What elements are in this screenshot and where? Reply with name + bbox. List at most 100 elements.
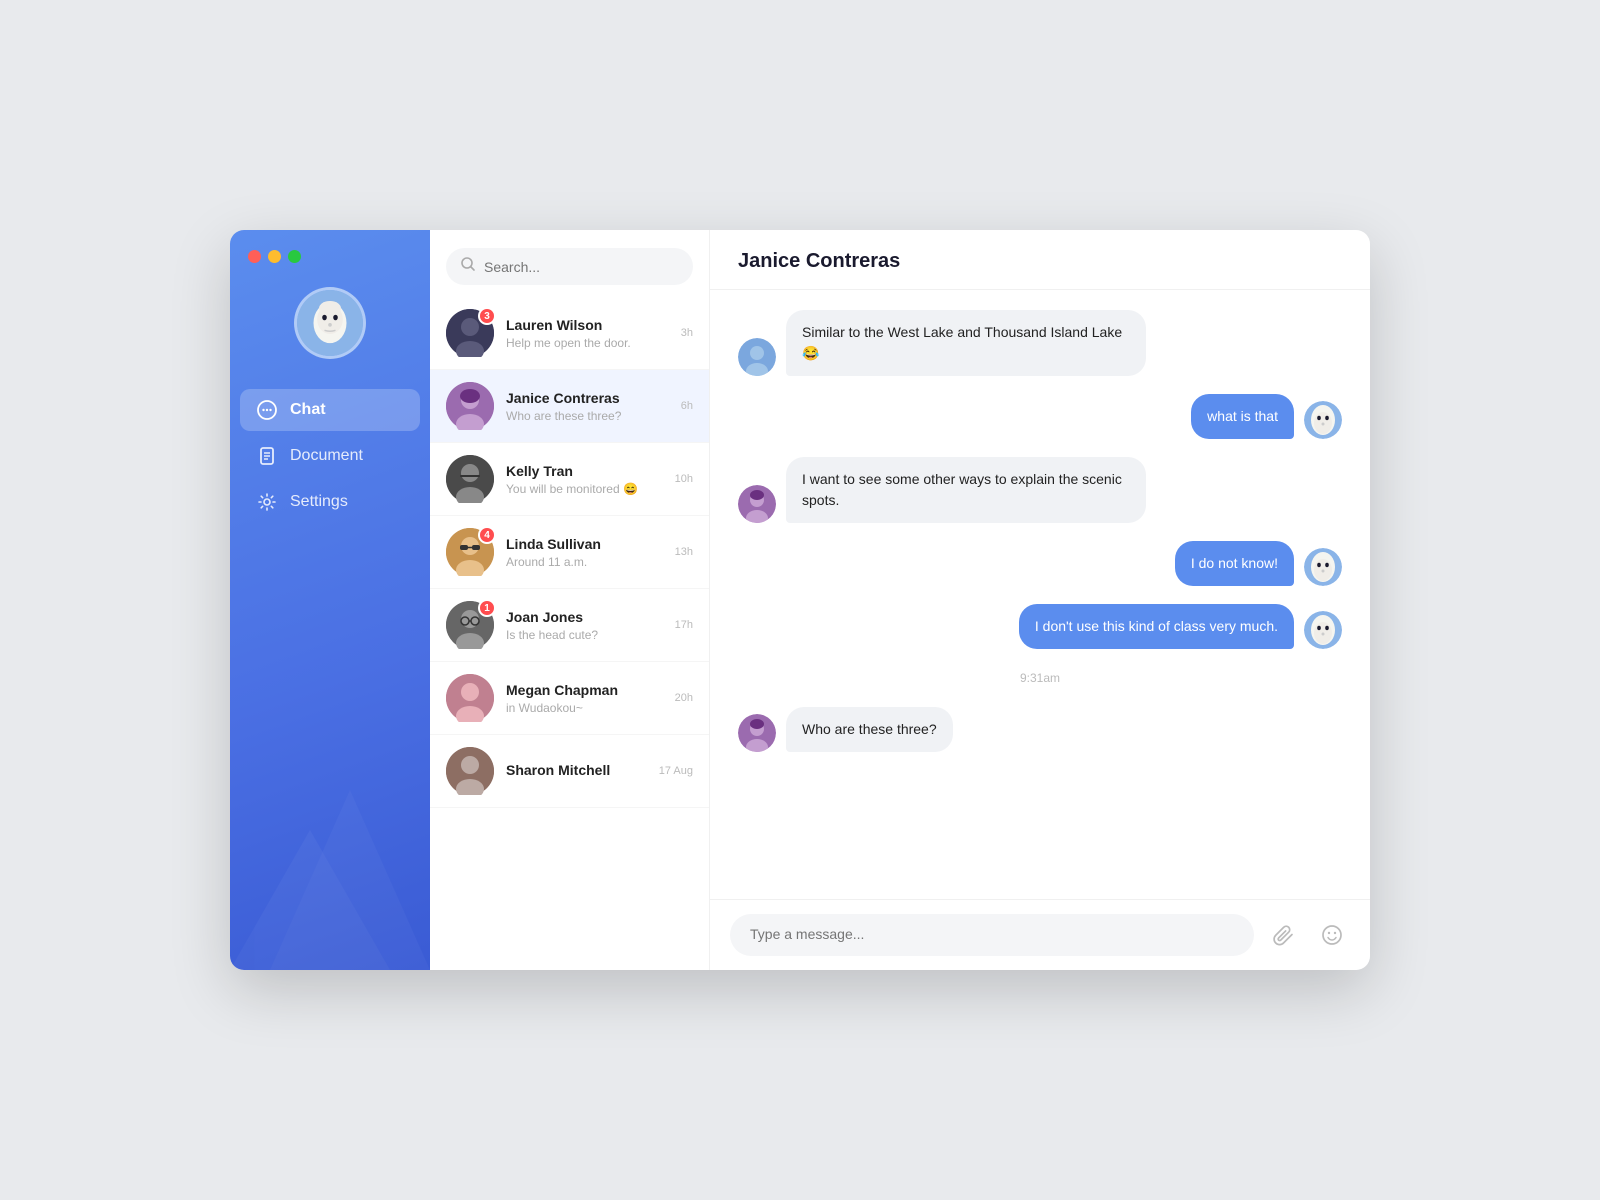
settings-label: Settings xyxy=(290,493,348,511)
contact-info: Megan Chapman in Wudaokou~ xyxy=(506,682,663,715)
avatar xyxy=(446,674,494,722)
message-bubble: Similar to the West Lake and Thousand Is… xyxy=(786,310,1146,376)
message-avatar xyxy=(1304,401,1342,439)
chat-contact-name: Janice Contreras xyxy=(738,250,900,272)
contact-info: Joan Jones Is the head cute? xyxy=(506,609,663,642)
sidebar-nav: Chat Document xyxy=(230,389,430,523)
contact-avatar-wrap xyxy=(446,455,494,503)
message-avatar xyxy=(1304,548,1342,586)
sidebar-item-chat[interactable]: Chat xyxy=(240,389,420,431)
contact-name: Janice Contreras xyxy=(506,390,669,406)
contact-name: Lauren Wilson xyxy=(506,317,669,333)
contact-time: 17h xyxy=(675,619,693,631)
contact-preview: You will be monitored 😄 xyxy=(506,482,663,496)
contact-name: Kelly Tran xyxy=(506,463,663,479)
contact-item[interactable]: Janice Contreras Who are these three? 6h xyxy=(430,370,709,443)
emoji-button[interactable] xyxy=(1314,917,1350,953)
unread-badge: 3 xyxy=(478,307,496,325)
contact-name: Megan Chapman xyxy=(506,682,663,698)
contacts-list: 3 Lauren Wilson Help me open the door. 3… xyxy=(430,297,709,970)
message-bubble: I do not know! xyxy=(1175,541,1294,586)
contact-name: Linda Sullivan xyxy=(506,536,663,552)
contact-preview: Around 11 a.m. xyxy=(506,555,663,569)
unread-badge: 4 xyxy=(478,526,496,544)
message-row: what is that xyxy=(738,394,1342,439)
message-avatar xyxy=(738,338,776,376)
document-label: Document xyxy=(290,447,363,465)
contact-preview: Who are these three? xyxy=(506,409,669,423)
contact-avatar-wrap xyxy=(446,674,494,722)
contact-info: Linda Sullivan Around 11 a.m. xyxy=(506,536,663,569)
message-bubble: Who are these three? xyxy=(786,707,953,752)
chat-icon xyxy=(256,399,278,421)
contact-avatar-wrap: 4 xyxy=(446,528,494,576)
search-input[interactable] xyxy=(484,259,679,275)
contact-item[interactable]: Kelly Tran You will be monitored 😄 10h xyxy=(430,443,709,516)
contact-name: Joan Jones xyxy=(506,609,663,625)
sidebar: Chat Document xyxy=(230,230,430,970)
contact-info: Lauren Wilson Help me open the door. xyxy=(506,317,669,350)
message-row: Who are these three? xyxy=(738,707,1342,752)
settings-icon xyxy=(256,491,278,513)
contact-preview: Help me open the door. xyxy=(506,336,669,350)
avatar xyxy=(446,455,494,503)
chat-label: Chat xyxy=(290,401,326,419)
user-avatar xyxy=(294,287,366,359)
contact-avatar-wrap: 1 xyxy=(446,601,494,649)
message-timestamp: 9:31am xyxy=(738,671,1342,685)
chat-input-wrap[interactable] xyxy=(730,914,1254,956)
contact-item[interactable]: Megan Chapman in Wudaokou~ 20h xyxy=(430,662,709,735)
minimize-button[interactable] xyxy=(268,250,281,263)
contact-item[interactable]: 1 Joan Jones Is the head cute? 17h xyxy=(430,589,709,662)
contact-item[interactable]: Sharon Mitchell 17 Aug xyxy=(430,735,709,808)
contact-avatar-wrap xyxy=(446,382,494,430)
search-bar xyxy=(430,230,709,297)
contact-info: Sharon Mitchell xyxy=(506,762,647,781)
message-avatar xyxy=(738,485,776,523)
search-icon xyxy=(460,256,476,277)
avatar xyxy=(446,382,494,430)
contact-info: Janice Contreras Who are these three? xyxy=(506,390,669,423)
contact-list: 3 Lauren Wilson Help me open the door. 3… xyxy=(430,230,710,970)
message-bubble: I don't use this kind of class very much… xyxy=(1019,604,1294,649)
message-avatar xyxy=(1304,611,1342,649)
chat-messages: Similar to the West Lake and Thousand Is… xyxy=(710,290,1370,899)
contact-item[interactable]: 4 Linda Sullivan Around 11 a.m. 13h xyxy=(430,516,709,589)
contact-time: 17 Aug xyxy=(659,765,693,777)
contact-avatar-wrap xyxy=(446,747,494,795)
sidebar-decoration xyxy=(230,750,430,970)
traffic-lights xyxy=(230,250,301,263)
contact-avatar-wrap: 3 xyxy=(446,309,494,357)
message-row: Similar to the West Lake and Thousand Is… xyxy=(738,310,1342,376)
message-input[interactable] xyxy=(750,926,1234,942)
message-avatar xyxy=(738,714,776,752)
maximize-button[interactable] xyxy=(288,250,301,263)
contact-preview: in Wudaokou~ xyxy=(506,701,663,715)
message-row: I want to see some other ways to explain… xyxy=(738,457,1342,523)
contact-time: 20h xyxy=(675,692,693,704)
sidebar-item-settings[interactable]: Settings xyxy=(240,481,420,523)
message-row: I do not know! xyxy=(738,541,1342,586)
message-bubble: I want to see some other ways to explain… xyxy=(786,457,1146,523)
contact-item[interactable]: 3 Lauren Wilson Help me open the door. 3… xyxy=(430,297,709,370)
contact-time: 10h xyxy=(675,473,693,485)
message-row: I don't use this kind of class very much… xyxy=(738,604,1342,649)
contact-name: Sharon Mitchell xyxy=(506,762,647,778)
avatar xyxy=(446,747,494,795)
contact-info: Kelly Tran You will be monitored 😄 xyxy=(506,463,663,496)
message-bubble: what is that xyxy=(1191,394,1294,439)
contact-time: 13h xyxy=(675,546,693,558)
search-wrap[interactable] xyxy=(446,248,693,285)
chat-header: Janice Contreras xyxy=(710,230,1370,290)
chat-input-area xyxy=(710,899,1370,970)
contact-preview: Is the head cute? xyxy=(506,628,663,642)
document-icon xyxy=(256,445,278,467)
chat-area: Janice Contreras Similar to the West Lak… xyxy=(710,230,1370,970)
app-window: Chat Document xyxy=(230,230,1370,970)
attach-button[interactable] xyxy=(1266,917,1302,953)
unread-badge: 1 xyxy=(478,599,496,617)
contact-time: 3h xyxy=(681,327,693,339)
contact-time: 6h xyxy=(681,400,693,412)
sidebar-item-document[interactable]: Document xyxy=(240,435,420,477)
close-button[interactable] xyxy=(248,250,261,263)
